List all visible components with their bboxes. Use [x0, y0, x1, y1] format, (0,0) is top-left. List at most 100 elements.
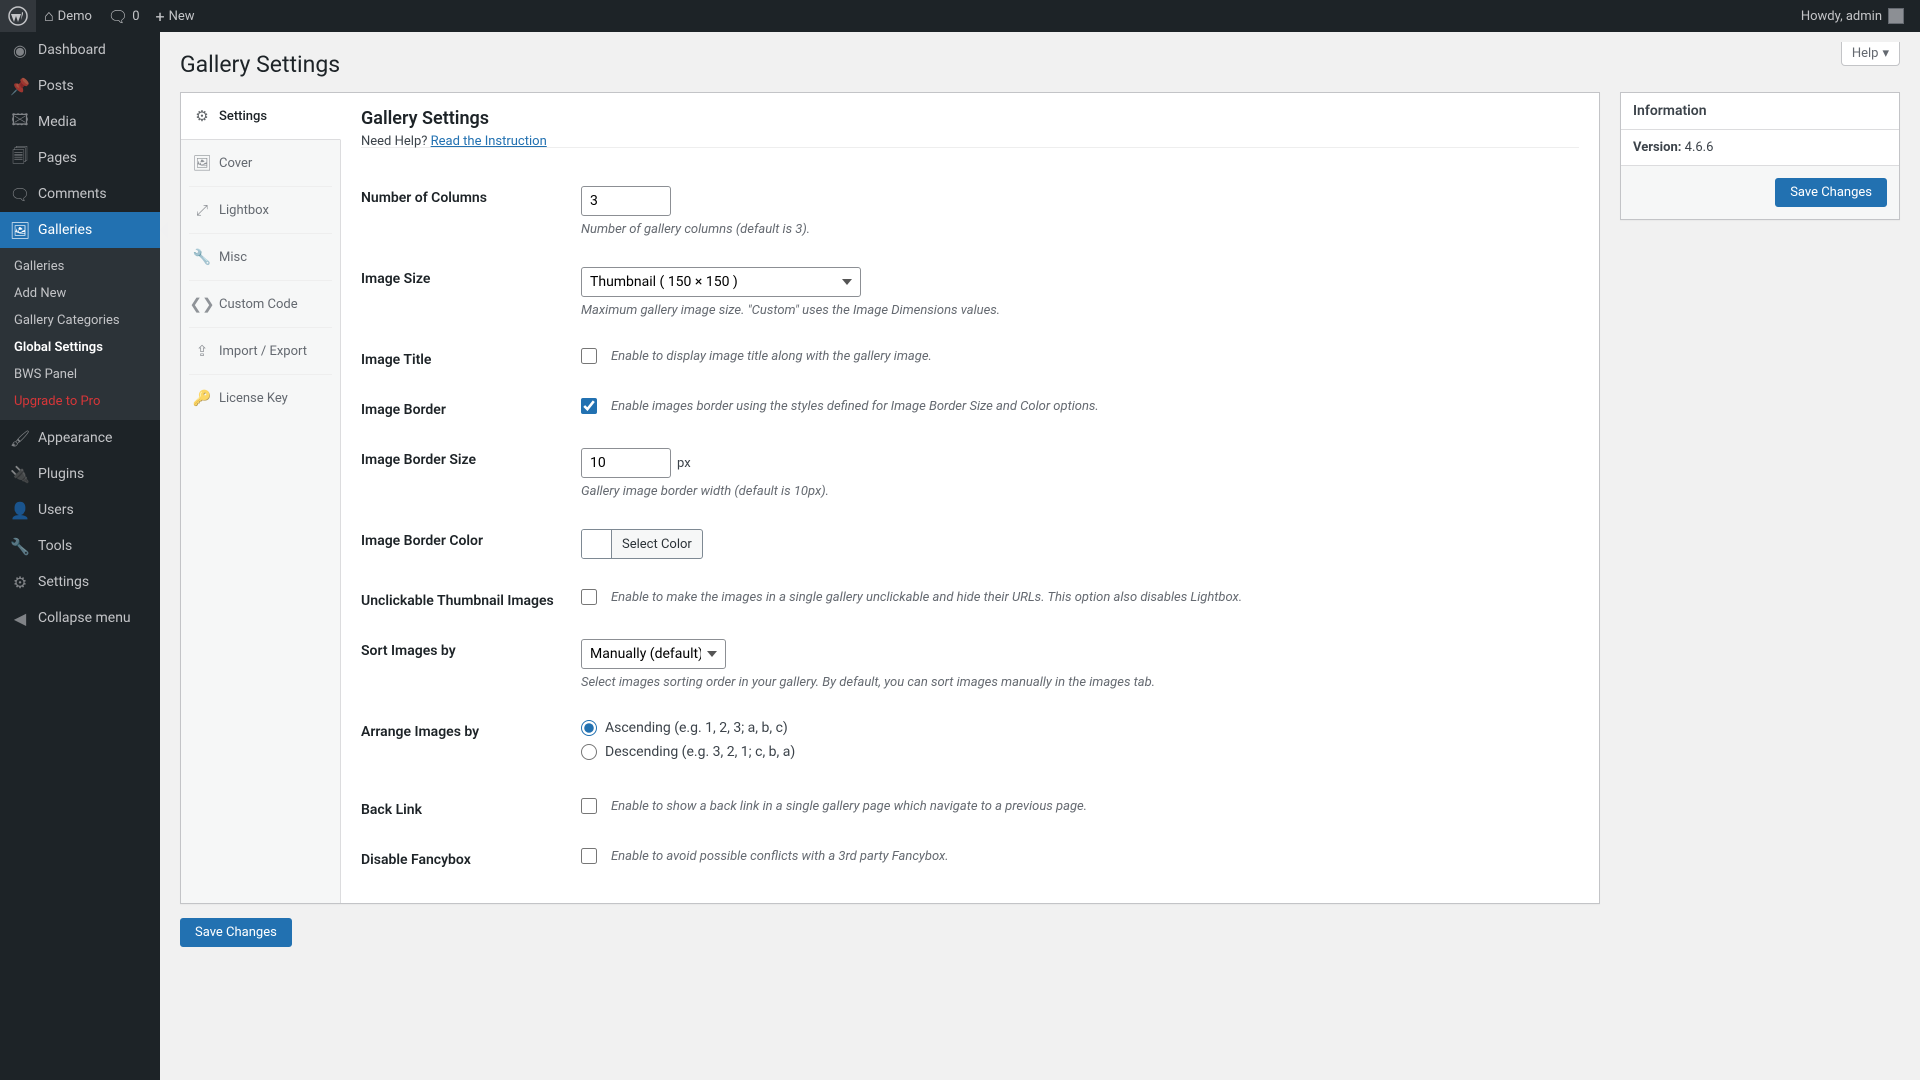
info-heading: Information [1621, 93, 1899, 130]
sliders-icon: ⚙ [10, 572, 30, 592]
submenu-global-settings[interactable]: Global Settings [0, 334, 160, 361]
submenu-bws-panel[interactable]: BWS Panel [0, 361, 160, 388]
submenu-categories[interactable]: Gallery Categories [0, 307, 160, 334]
settings-tabs: ⚙Settings 🖼Cover ⤢Lightbox 🔧Misc ❮❯Custo… [181, 93, 341, 903]
submenu-galleries-list[interactable]: Galleries [0, 253, 160, 280]
settings-form: Gallery Settings Need Help? Read the Ins… [341, 93, 1599, 903]
border-color-picker[interactable]: Select Color [581, 529, 703, 559]
howdy-text: Howdy, admin [1801, 9, 1882, 24]
site-link[interactable]: ⌂ Demo [36, 0, 100, 32]
disable-fancybox-checkbox[interactable] [581, 848, 597, 864]
backlink-label: Back Link [361, 798, 581, 818]
tab-lightbox[interactable]: ⤢Lightbox [181, 187, 340, 234]
columns-desc: Number of gallery columns (default is 3)… [581, 222, 1579, 237]
media-icon: 🖾 [10, 112, 30, 132]
user-icon: 👤 [10, 500, 30, 520]
columns-input[interactable] [581, 186, 671, 216]
tab-misc[interactable]: 🔧Misc [181, 234, 340, 281]
unclickable-checkbox[interactable] [581, 589, 597, 605]
info-save-button[interactable]: Save Changes [1775, 178, 1887, 207]
backlink-checkbox[interactable] [581, 798, 597, 814]
save-changes-button[interactable]: Save Changes [180, 918, 292, 947]
new-label: New [169, 9, 195, 24]
image-title-checkbox[interactable] [581, 348, 597, 364]
tab-custom-code[interactable]: ❮❯Custom Code [181, 281, 340, 328]
settings-panel: ⚙Settings 🖼Cover ⤢Lightbox 🔧Misc ❮❯Custo… [180, 92, 1600, 904]
help-line: Need Help? Read the Instruction [361, 134, 1579, 149]
arrange-label: Arrange Images by [361, 720, 581, 768]
menu-appearance[interactable]: 🖌Appearance [0, 420, 160, 456]
border-size-input[interactable] [581, 448, 671, 478]
version-label: Version: [1633, 140, 1681, 155]
submenu-add-new[interactable]: Add New [0, 280, 160, 307]
page-icon: 🗐 [10, 148, 30, 168]
admin-bar: ⌂ Demo 🗨 0 + New Howdy, admin [0, 0, 1920, 32]
menu-pages[interactable]: 🗐Pages [0, 140, 160, 176]
image-size-select[interactable]: Thumbnail ( 150 × 150 ) [581, 267, 861, 297]
menu-plugins[interactable]: 🔌Plugins [0, 456, 160, 492]
menu-users[interactable]: 👤Users [0, 492, 160, 528]
disable-fancybox-label: Disable Fancybox [361, 848, 581, 868]
tab-cover[interactable]: 🖼Cover [181, 140, 340, 187]
chevron-down-icon: ▾ [1882, 46, 1889, 61]
unclickable-desc: Enable to make the images in a single ga… [611, 590, 1242, 605]
image-border-label: Image Border [361, 398, 581, 418]
menu-tools[interactable]: 🔧Tools [0, 528, 160, 564]
tab-import-export[interactable]: ⇪Import / Export [181, 328, 340, 375]
image-title-label: Image Title [361, 348, 581, 368]
border-color-label: Image Border Color [361, 529, 581, 559]
wrench-icon: 🔧 [193, 248, 211, 266]
menu-galleries[interactable]: 🖼Galleries [0, 212, 160, 248]
brush-icon: 🖌 [10, 428, 30, 448]
dashboard-icon: ◉ [10, 40, 30, 60]
site-name: Demo [58, 9, 92, 24]
image-border-checkbox[interactable] [581, 398, 597, 414]
backlink-desc: Enable to show a back link in a single g… [611, 799, 1087, 814]
wordpress-icon [8, 6, 28, 26]
read-instruction-link[interactable]: Read the Instruction [431, 134, 547, 149]
tab-license[interactable]: 🔑License Key [181, 375, 340, 421]
comment-count: 0 [132, 9, 139, 24]
upload-icon: ⇪ [193, 342, 211, 360]
arrange-desc-radio[interactable] [581, 744, 597, 760]
comment-icon: 🗨 [108, 7, 128, 26]
code-icon: ❮❯ [193, 295, 211, 313]
info-box: Information Version: 4.6.6 Save Changes [1620, 92, 1900, 220]
collapse-icon: ◀ [10, 608, 30, 628]
arrange-asc-radio[interactable] [581, 720, 597, 736]
submenu-galleries: Galleries Add New Gallery Categories Glo… [0, 248, 160, 420]
border-size-desc: Gallery image border width (default is 1… [581, 484, 1579, 499]
account-link[interactable]: Howdy, admin [1793, 0, 1912, 32]
tab-settings[interactable]: ⚙Settings [181, 93, 341, 140]
color-swatch [582, 530, 612, 558]
comments-icon: 🗨 [10, 184, 30, 204]
help-tab-button[interactable]: Help▾ [1841, 42, 1900, 66]
sort-select[interactable]: Manually (default) [581, 639, 726, 669]
select-color-button[interactable]: Select Color [612, 533, 702, 556]
submenu-upgrade[interactable]: Upgrade to Pro [0, 388, 160, 415]
wrench-icon: 🔧 [10, 536, 30, 556]
menu-posts[interactable]: 📌Posts [0, 68, 160, 104]
wp-logo[interactable] [0, 0, 36, 32]
menu-collapse[interactable]: ◀Collapse menu [0, 600, 160, 636]
sort-desc: Select images sorting order in your gall… [581, 675, 1579, 690]
menu-comments[interactable]: 🗨Comments [0, 176, 160, 212]
expand-icon: ⤢ [193, 201, 211, 219]
pin-icon: 📌 [10, 76, 30, 96]
home-icon: ⌂ [44, 6, 54, 26]
menu-dashboard[interactable]: ◉Dashboard [0, 32, 160, 68]
page-title: Gallery Settings [180, 42, 340, 82]
image-title-desc: Enable to display image title along with… [611, 349, 932, 364]
key-icon: 🔑 [193, 389, 211, 407]
admin-menu: ◉Dashboard 📌Posts 🖾Media 🗐Pages 🗨Comment… [0, 32, 160, 1080]
gear-icon: ⚙ [193, 107, 211, 125]
version-value: 4.6.6 [1685, 140, 1714, 155]
avatar-icon [1888, 8, 1904, 24]
menu-settings[interactable]: ⚙Settings [0, 564, 160, 600]
image-border-desc: Enable images border using the styles de… [611, 399, 1099, 414]
new-link[interactable]: + New [148, 0, 203, 32]
comments-link[interactable]: 🗨 0 [100, 0, 148, 32]
plus-icon: + [156, 7, 165, 26]
menu-media[interactable]: 🖾Media [0, 104, 160, 140]
gallery-icon: 🖼 [10, 220, 30, 240]
